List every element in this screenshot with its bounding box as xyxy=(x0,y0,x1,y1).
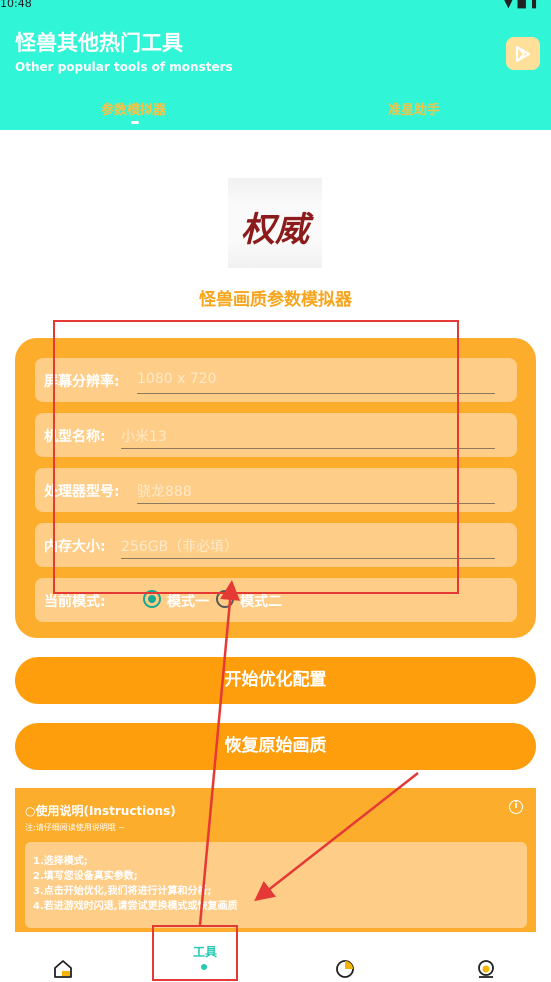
mode-one-label[interactable]: 模式一 xyxy=(167,591,209,611)
play-button[interactable] xyxy=(506,37,540,70)
instructions-title: ○使用说明(Instructions) xyxy=(25,802,176,819)
home-icon[interactable] xyxy=(52,944,74,982)
input-underline xyxy=(121,448,495,449)
circle-icon: ○ xyxy=(25,804,36,818)
page-subtitle: Other popular tools of monsters xyxy=(15,60,233,74)
system-icons: ▼■▮ xyxy=(504,0,541,10)
play-store-icon xyxy=(516,46,530,62)
mode-label: 当前模式: xyxy=(44,594,106,610)
tab-active-indicator xyxy=(131,121,139,124)
instructions-list: 1.选择模式; 2.填写您设备真实参数; 3.点击开始优化,我们将进行计算和分析… xyxy=(25,842,527,928)
mode-one-radio[interactable] xyxy=(143,590,161,608)
user-icon[interactable] xyxy=(475,944,497,982)
page-title: 怪兽其他热门工具 xyxy=(15,31,183,55)
nav-active-dot xyxy=(201,964,207,970)
info-icon[interactable]: i xyxy=(509,800,523,814)
chart-icon[interactable] xyxy=(334,944,356,982)
authority-logo: 权威 xyxy=(228,178,322,268)
memory-field[interactable]: 内存大小: 256GB（非必填） xyxy=(35,523,517,567)
mode-field: 当前模式: 模式一 模式二 xyxy=(35,578,517,622)
start-optimize-button[interactable]: 开始优化配置 xyxy=(15,657,536,704)
instructions-panel: ○使用说明(Instructions) 注:请仔细阅读使用说明哦 ~ i 1.选… xyxy=(15,788,536,933)
restore-quality-button[interactable]: 恢复原始画质 xyxy=(15,723,536,770)
list-item: 1.选择模式; xyxy=(33,856,88,867)
resolution-input[interactable]: 1080 x 720 xyxy=(137,371,217,387)
status-time: 10:48 xyxy=(0,0,32,10)
processor-field[interactable]: 处理器型号: 骁龙888 xyxy=(35,468,517,512)
instructions-note: 注:请仔细阅读使用说明哦 ~ xyxy=(25,823,125,832)
processor-input[interactable]: 骁龙888 xyxy=(137,481,192,501)
list-item: 3.点击开始优化,我们将进行计算和分析; xyxy=(33,886,212,897)
nav-tools-label[interactable]: 工具 xyxy=(193,943,217,960)
parameter-form: 屏幕分辨率: 1080 x 720 机型名称: 小米13 处理器型号: 骁龙88… xyxy=(15,338,536,638)
model-name-input[interactable]: 小米13 xyxy=(121,426,167,446)
resolution-field[interactable]: 屏幕分辨率: 1080 x 720 xyxy=(35,358,517,402)
input-underline xyxy=(137,503,495,504)
app-header: 10:48 ▼■▮ 怪兽其他热门工具 Other popular tools o… xyxy=(0,0,551,130)
input-underline xyxy=(137,393,495,394)
field-label: 内存大小: xyxy=(44,539,106,555)
field-label: 处理器型号: xyxy=(44,484,120,500)
tab-param-simulator[interactable]: 参数模拟器 xyxy=(101,99,166,118)
memory-input[interactable]: 256GB（非必填） xyxy=(121,536,238,556)
status-bar: 10:48 ▼■▮ xyxy=(0,0,551,14)
list-item: 4.若进游戏时闪退,请尝试更换模式或恢复画质 xyxy=(33,901,238,912)
tab-crosshair-helper[interactable]: 准星助手 xyxy=(388,99,440,118)
list-item: 2.填写您设备真实参数; xyxy=(33,871,138,882)
mode-two-label[interactable]: 模式二 xyxy=(240,591,282,611)
field-label: 机型名称: xyxy=(44,429,106,445)
simulator-title: 怪兽画质参数模拟器 xyxy=(199,290,352,310)
logo-text: 权威 xyxy=(241,210,309,250)
bottom-nav: 工具 xyxy=(0,932,551,982)
instructions-title-text: 使用说明(Instructions) xyxy=(35,804,176,818)
input-underline xyxy=(121,558,495,559)
mode-two-radio[interactable] xyxy=(216,590,234,608)
model-name-field[interactable]: 机型名称: 小米13 xyxy=(35,413,517,457)
field-label: 屏幕分辨率: xyxy=(44,374,120,390)
